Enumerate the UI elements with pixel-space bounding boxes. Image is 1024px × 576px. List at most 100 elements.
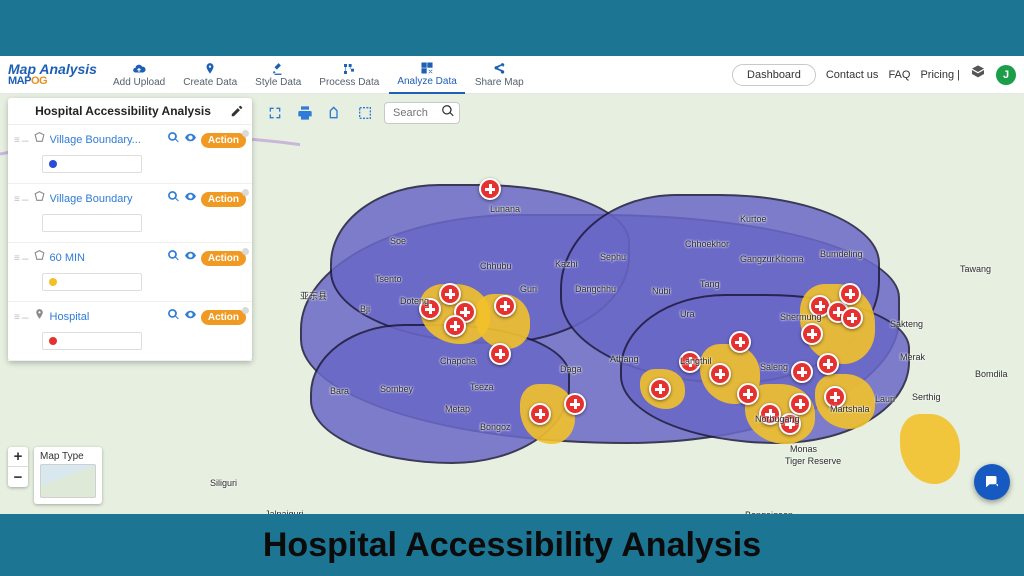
layer-action-button[interactable]: Action: [201, 192, 246, 207]
hospital-marker[interactable]: [444, 315, 466, 337]
search-input[interactable]: [393, 107, 441, 119]
zoom-to-layer-icon[interactable]: [167, 249, 180, 267]
measure-icon[interactable]: [324, 102, 346, 124]
toolbar-process-data[interactable]: Process Data: [311, 62, 387, 88]
layer-name[interactable]: 60 MIN: [50, 252, 163, 264]
drag-handle-icon[interactable]: ≡: [14, 194, 18, 205]
layer-swatch: [42, 155, 142, 173]
hospital-marker[interactable]: [839, 283, 861, 305]
layer-list: ≡–Village Boundary...Action≡–Village Bou…: [8, 125, 252, 361]
dashboard-button[interactable]: Dashboard: [732, 64, 816, 86]
zoom-to-layer-icon[interactable]: [167, 190, 180, 208]
layer-name[interactable]: Hospital: [50, 311, 163, 323]
hospital-marker[interactable]: [494, 295, 516, 317]
collapse-icon[interactable]: –: [22, 310, 29, 324]
brand-logo: Map Analysis MAPOG: [8, 62, 97, 87]
hospital-marker[interactable]: [779, 413, 801, 435]
layer-action-button[interactable]: Action: [201, 133, 246, 148]
hospital-marker[interactable]: [841, 307, 863, 329]
visibility-icon[interactable]: [184, 131, 197, 149]
layer-type-icon: [33, 308, 46, 326]
hospital-marker[interactable]: [817, 353, 839, 375]
layer-row: ≡– Village Boundary... Action: [8, 125, 252, 184]
panel-title: Hospital Accessibility Analysis: [16, 104, 230, 118]
edit-icon[interactable]: [230, 104, 244, 118]
hospital-marker[interactable]: [801, 323, 823, 345]
hospital-marker[interactable]: [479, 178, 501, 200]
hospital-marker[interactable]: [439, 283, 461, 305]
contact-link[interactable]: Contact us: [826, 69, 879, 81]
visibility-icon[interactable]: [184, 190, 197, 208]
hospital-marker[interactable]: [729, 331, 751, 353]
layer-type-icon: [33, 131, 46, 149]
page-caption: Hospital Accessibility Analysis: [0, 514, 1024, 576]
sliders-icon: [341, 62, 357, 76]
maptype-label: Map Type: [40, 451, 96, 462]
toolbar-style-data[interactable]: Style Data: [247, 62, 309, 88]
hospital-marker[interactable]: [737, 383, 759, 405]
hospital-marker[interactable]: [649, 378, 671, 400]
hospital-marker[interactable]: [679, 351, 701, 373]
cloud-upload-icon: [131, 62, 147, 76]
collapse-icon[interactable]: –: [22, 251, 29, 265]
faq-link[interactable]: FAQ: [888, 69, 910, 81]
layer-action-button[interactable]: Action: [201, 251, 246, 266]
hospital-marker[interactable]: [419, 298, 441, 320]
print-icon[interactable]: [294, 102, 316, 124]
layer-name[interactable]: Village Boundary: [50, 193, 163, 205]
top-toolbar: Map Analysis MAPOG Add Upload Create Dat…: [0, 56, 1024, 94]
caption-text: Hospital Accessibility Analysis: [263, 526, 761, 565]
brand-line-2: MAPOG: [8, 76, 97, 87]
layer-row: ≡– Hospital Action: [8, 302, 252, 361]
zoom-out-button[interactable]: −: [8, 467, 28, 487]
zoom-to-layer-icon[interactable]: [167, 308, 180, 326]
drag-handle-icon[interactable]: ≡: [14, 253, 18, 264]
maptype-thumb: [40, 464, 96, 498]
chat-button[interactable]: [974, 464, 1010, 500]
user-avatar[interactable]: J: [996, 65, 1016, 85]
apps-icon[interactable]: [970, 64, 986, 85]
hospital-marker[interactable]: [791, 361, 813, 383]
brand-line-1: Map Analysis: [8, 62, 97, 76]
layer-row: ≡– Village Boundary Action: [8, 184, 252, 243]
place-label: Tawang: [960, 264, 991, 274]
collapse-icon[interactable]: –: [22, 192, 29, 206]
maptype-card[interactable]: Map Type: [34, 447, 102, 504]
place-label: Siliguri: [210, 478, 237, 488]
pin-icon: [202, 62, 218, 76]
microscope-icon: [270, 62, 286, 76]
hospital-marker[interactable]: [759, 403, 781, 425]
visibility-icon[interactable]: [184, 249, 197, 267]
map-canvas[interactable]: LunanaSoeTsentoDotengBjiChhubuGuriKazhiD…: [0, 94, 1024, 514]
zoom-to-layer-icon[interactable]: [167, 131, 180, 149]
layer-swatch: [42, 273, 142, 291]
toolbar-add-upload[interactable]: Add Upload: [105, 62, 173, 88]
layers-panel: Hospital Accessibility Analysis ≡–Villag…: [8, 98, 252, 361]
layer-row: ≡– 60 MIN Action: [8, 243, 252, 302]
bbox-icon[interactable]: [354, 102, 376, 124]
toolbar-create-data[interactable]: Create Data: [175, 62, 245, 88]
hospital-marker[interactable]: [564, 393, 586, 415]
layer-name[interactable]: Village Boundary...: [50, 134, 163, 146]
collapse-icon[interactable]: –: [22, 133, 29, 147]
toolbar-analyze-data[interactable]: Analyze Data: [389, 56, 464, 94]
hospital-marker[interactable]: [789, 393, 811, 415]
drag-handle-icon[interactable]: ≡: [14, 135, 18, 146]
hospital-marker[interactable]: [709, 363, 731, 385]
hospital-marker[interactable]: [824, 386, 846, 408]
pricing-link[interactable]: Pricing |: [920, 69, 960, 81]
zoom-in-button[interactable]: +: [8, 447, 28, 467]
search-icon[interactable]: [441, 104, 455, 123]
map-search[interactable]: [384, 102, 460, 124]
hospital-marker[interactable]: [489, 343, 511, 365]
drag-handle-icon[interactable]: ≡: [14, 312, 18, 323]
toolbar-share-map[interactable]: Share Map: [467, 62, 532, 88]
zoom-control: + −: [8, 447, 28, 487]
visibility-icon[interactable]: [184, 308, 197, 326]
place-label: Serthig: [912, 392, 941, 402]
place-label: Tiger Reserve: [785, 456, 841, 466]
layer-swatch: [42, 214, 142, 232]
hospital-marker[interactable]: [529, 403, 551, 425]
layer-action-button[interactable]: Action: [201, 310, 246, 325]
fullscreen-icon[interactable]: [264, 102, 286, 124]
